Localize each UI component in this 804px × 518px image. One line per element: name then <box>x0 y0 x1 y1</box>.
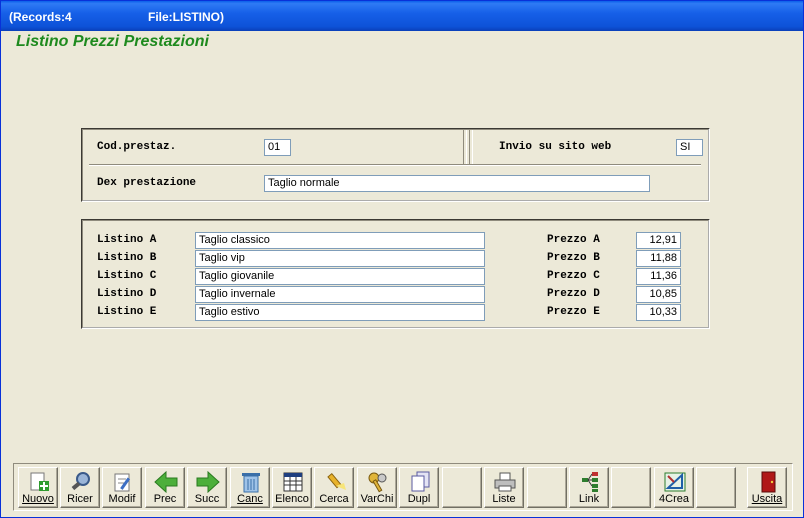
prezzo-field[interactable]: 10,85 <box>636 286 681 303</box>
uscita-button[interactable]: Uscita <box>747 467 787 508</box>
arrow-right-icon <box>196 471 220 493</box>
empty-button[interactable] <box>527 467 567 508</box>
listino-label: Listino C <box>97 270 157 282</box>
nuovo-label: Nuovo <box>22 493 54 505</box>
form-area: Listino Prezzi Prestazioni Cod.prestaz. … <box>5 31 801 515</box>
trash-icon <box>242 473 260 493</box>
elenco-button[interactable]: Elenco <box>272 467 312 508</box>
listino-name-field[interactable]: Taglio estivo <box>195 304 485 321</box>
duplicate-icon <box>411 471 430 492</box>
cod-prestaz-field[interactable]: 01 <box>264 139 291 156</box>
prezzo-label: Prezzo E <box>547 306 600 318</box>
listini-group: Listino A Taglio classico Prezzo A 12,91 Lis… <box>81 219 710 329</box>
listino-name-field[interactable]: Taglio giovanile <box>195 268 485 285</box>
app-window: (Records:4 File:LISTINO) Listino Prezzi … <box>0 0 804 518</box>
prezzo-label: Prezzo A <box>547 234 600 246</box>
vertical-separator <box>463 130 467 165</box>
new-document-icon <box>30 472 49 491</box>
cerca-label: Cerca <box>319 493 349 505</box>
liste-label: Liste <box>492 493 516 505</box>
canc-button[interactable]: Canc <box>230 467 270 508</box>
exit-door-icon <box>761 471 776 493</box>
toolbar: Nuovo Ricer Modif Prec Succ Canc Elenco … <box>13 463 793 511</box>
varchi-button[interactable]: VarChi <box>357 467 397 508</box>
keys-icon <box>368 472 387 493</box>
dupl-label: Dupl <box>407 493 431 505</box>
crea-button[interactable]: 4Crea <box>654 467 694 508</box>
web-field[interactable]: SI <box>676 139 703 156</box>
header-group: Cod.prestaz. 01 Invio su sito web SI Dex… <box>81 128 710 202</box>
crea-label: 4Crea <box>659 493 689 505</box>
liste-button[interactable]: Liste <box>484 467 524 508</box>
uscita-label: Uscita <box>751 493 783 505</box>
file-name: File:LISTINO) <box>148 10 224 24</box>
des-prestazione-label: Dex prestazione <box>97 177 197 189</box>
web-label: Invio su sito web <box>499 141 612 153</box>
table-list-icon <box>283 472 303 492</box>
empty-button[interactable] <box>442 467 482 508</box>
horizontal-separator <box>89 164 701 166</box>
design-tools-icon <box>664 472 686 492</box>
listino-name-field[interactable]: Taglio invernale <box>195 286 485 303</box>
dupl-button[interactable]: Dupl <box>399 467 439 508</box>
flashlight-icon <box>327 473 346 490</box>
listino-label: Listino B <box>97 252 157 264</box>
records-count: (Records:4 <box>9 10 72 24</box>
prezzo-label: Prezzo D <box>547 288 600 300</box>
prezzo-field[interactable]: 10,33 <box>636 304 681 321</box>
prec-label: Prec <box>153 493 177 505</box>
link-button[interactable]: Link <box>569 467 609 508</box>
modif-label: Modif <box>108 493 136 505</box>
succ-label: Succ <box>194 493 220 505</box>
listino-label: Listino A <box>97 234 157 246</box>
empty-button[interactable] <box>611 467 651 508</box>
arrow-left-icon <box>154 471 178 493</box>
network-tree-icon <box>582 472 598 492</box>
prezzo-label: Prezzo C <box>547 270 600 282</box>
link-label: Link <box>578 493 600 505</box>
succ-button[interactable]: Succ <box>187 467 227 508</box>
prezzo-field[interactable]: 11,88 <box>636 250 681 267</box>
des-prestazione-field[interactable]: Taglio normale <box>264 175 650 192</box>
search-binoculars-icon <box>71 472 90 491</box>
nuovo-button[interactable]: Nuovo <box>18 467 58 508</box>
canc-label: Canc <box>237 493 263 505</box>
printer-icon <box>494 472 516 492</box>
prezzo-field[interactable]: 11,36 <box>636 268 681 285</box>
edit-document-icon <box>114 473 131 492</box>
empty-button[interactable] <box>696 467 736 508</box>
varchi-label: VarChi <box>360 493 394 505</box>
elenco-label: Elenco <box>275 493 309 505</box>
listino-name-field[interactable]: Taglio vip <box>195 250 485 267</box>
modif-button[interactable]: Modif <box>102 467 142 508</box>
form-title: Listino Prezzi Prestazioni <box>16 33 209 50</box>
cerca-button[interactable]: Cerca <box>314 467 354 508</box>
title-bar[interactable]: (Records:4 File:LISTINO) <box>1 1 803 31</box>
listino-label: Listino E <box>97 306 157 318</box>
ricer-label: Ricer <box>67 493 93 505</box>
prezzo-field[interactable]: 12,91 <box>636 232 681 249</box>
cod-prestaz-label: Cod.prestaz. <box>97 141 177 153</box>
listino-label: Listino D <box>97 288 157 300</box>
vertical-separator <box>469 130 473 165</box>
prezzo-label: Prezzo B <box>547 252 600 264</box>
prec-button[interactable]: Prec <box>145 467 185 508</box>
listino-name-field[interactable]: Taglio classico <box>195 232 485 249</box>
ricer-button[interactable]: Ricer <box>60 467 100 508</box>
